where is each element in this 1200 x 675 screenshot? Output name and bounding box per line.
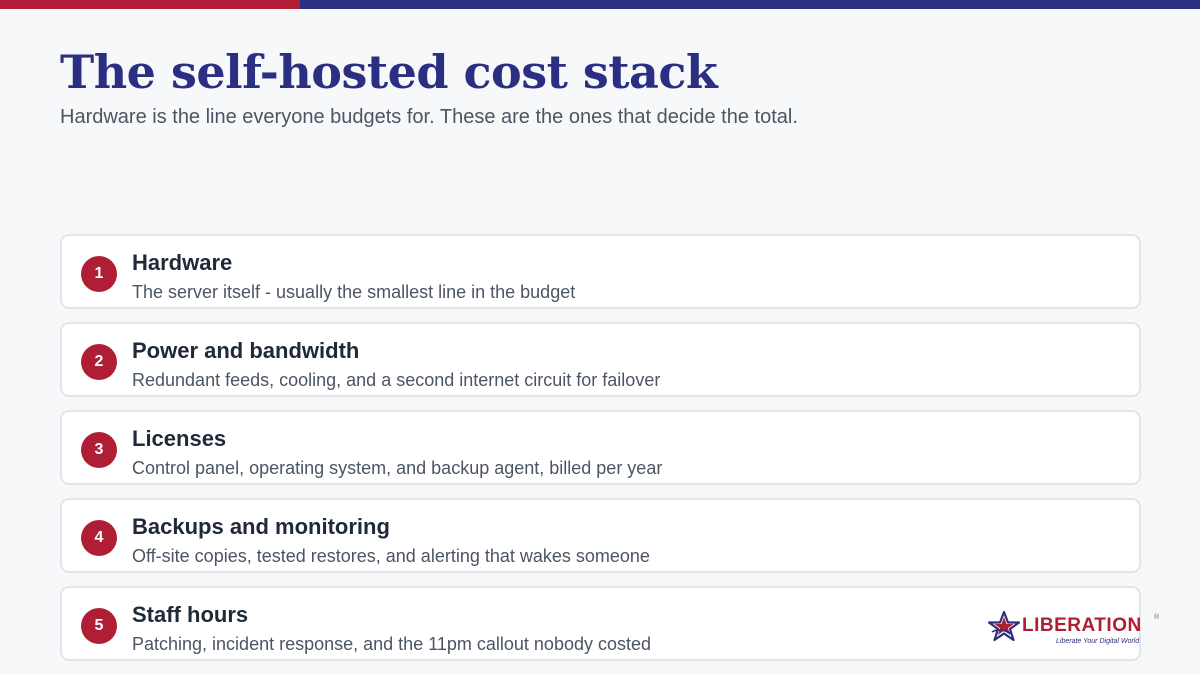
item-title: Hardware [132, 250, 233, 275]
item-number-badge: 5 [81, 608, 117, 644]
item-title: Licenses [132, 426, 227, 451]
item-number-badge: 1 [81, 256, 117, 292]
cost-item-power-bandwidth: 2 Power and bandwidth Redundant feeds, c… [60, 322, 1141, 397]
top-accent-bar-blue [300, 0, 1200, 9]
logo-tagline: Liberate Your Digital World [1056, 638, 1140, 645]
cost-item-hardware: 1 Hardware The server itself - usually t… [60, 234, 1141, 309]
item-description: Patching, incident response, and the 11p… [132, 634, 652, 654]
item-description: Off-site copies, tested restores, and al… [132, 546, 650, 566]
logo-wordmark: LIBERATION [1022, 615, 1142, 636]
item-number-badge: 4 [81, 520, 117, 556]
cost-item-staff-hours: 5 Staff hours Patching, incident respons… [60, 586, 1141, 661]
logo-registered-mark: ® [1154, 614, 1160, 621]
item-title: Backups and monitoring [132, 514, 390, 539]
star-logo-icon [988, 610, 1020, 642]
cost-stack-list: 1 Hardware The server itself - usually t… [60, 234, 1141, 674]
liberation-logo: LIBERATION ® Liberate Your Digital World [988, 610, 1163, 646]
top-accent-bar-red [0, 0, 300, 9]
item-title: Power and bandwidth [132, 338, 360, 363]
item-number-badge: 3 [81, 432, 117, 468]
item-title: Staff hours [132, 602, 249, 627]
item-number-badge: 2 [81, 344, 117, 380]
cost-item-backups-monitoring: 4 Backups and monitoring Off-site copies… [60, 498, 1141, 573]
slide-subtitle: Hardware is the line everyone budgets fo… [60, 106, 798, 128]
slide-title: The self-hosted cost stack [60, 45, 718, 99]
top-accent-bar [0, 0, 1200, 9]
item-description: Control panel, operating system, and bac… [132, 458, 663, 478]
cost-item-licenses: 3 Licenses Control panel, operating syst… [60, 410, 1141, 485]
item-description: Redundant feeds, cooling, and a second i… [132, 370, 661, 390]
item-description: The server itself - usually the smallest… [132, 282, 576, 302]
